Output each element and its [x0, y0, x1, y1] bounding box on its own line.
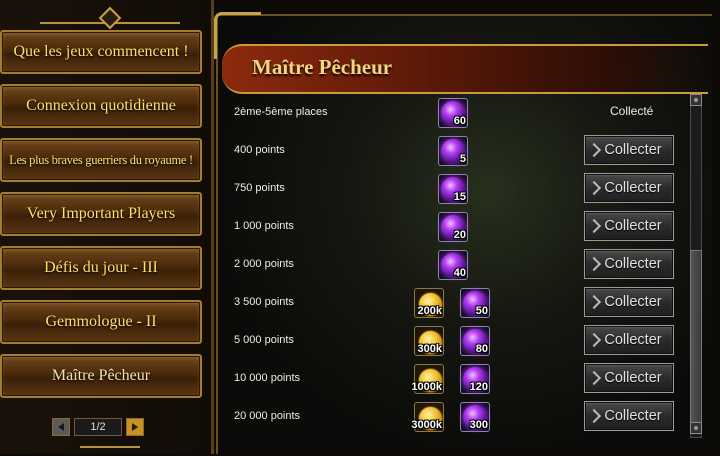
- event-panel: Maître Pêcheur 2ème-5ème places 60 Collect…: [214, 12, 712, 454]
- reward-quantity: 120: [469, 381, 488, 393]
- reward-row: 5 000 points 300k 80 Collecter: [218, 322, 688, 360]
- collect-button-label: Collecter: [604, 180, 662, 196]
- reward-threshold-label: 750 points: [234, 182, 285, 194]
- purple-orb-icon[interactable]: 50: [460, 288, 490, 318]
- reward-quantity: 200k: [417, 305, 442, 317]
- reward-quantity: 300k: [417, 343, 442, 355]
- sidebar-item-defis-du-jour[interactable]: Défis du jour - III: [0, 246, 202, 290]
- purple-orb-icon[interactable]: 80: [460, 326, 490, 356]
- top-ornament: [40, 0, 180, 30]
- gold-coin-icon[interactable]: 1000k: [411, 364, 444, 394]
- reward-quantity: 40: [453, 267, 466, 279]
- sidebar-item-very-important-players[interactable]: Very Important Players: [0, 192, 202, 236]
- collect-button[interactable]: Collecter: [584, 401, 674, 431]
- page-indicator: 1/2: [74, 418, 122, 436]
- collect-button-label: Collecter: [604, 332, 662, 348]
- reward-quantity: 15: [453, 191, 466, 203]
- reward-row: 3 500 points 200k 50 Collecter: [218, 284, 688, 322]
- reward-threshold-label: 2ème-5ème places: [234, 106, 328, 118]
- sidebar-item-label: Very Important Players: [26, 205, 176, 222]
- reward-quantity: 5: [459, 153, 466, 165]
- purple-orb-icon[interactable]: 15: [438, 174, 468, 204]
- collected-status: Collecté: [610, 104, 654, 118]
- scroll-down-button[interactable]: [690, 422, 702, 434]
- scroll-up-button[interactable]: [690, 94, 702, 106]
- purple-orb-icon[interactable]: 40: [438, 250, 468, 280]
- collect-button[interactable]: Collecter: [584, 287, 674, 317]
- reward-row: 1 000 points 20 Collecter: [218, 208, 688, 246]
- reward-row: 400 points 5 Collecter: [218, 132, 688, 170]
- collect-button-label: Collecter: [604, 294, 662, 310]
- reward-threshold-label: 400 points: [234, 144, 285, 156]
- reward-threshold-label: 1 000 points: [234, 220, 294, 232]
- collect-button[interactable]: Collecter: [584, 211, 674, 241]
- purple-orb-icon[interactable]: 120: [460, 364, 490, 394]
- arrow-left-icon: [58, 423, 64, 431]
- sidebar-item-label: Maître Pêcheur: [51, 367, 151, 384]
- collect-button[interactable]: Collecter: [584, 135, 674, 165]
- sidebar-item-label: Défis du jour - III: [44, 259, 158, 276]
- bottom-ornament: [80, 446, 140, 456]
- reward-row: 10 000 points 1000k 120 Collecter: [218, 360, 688, 398]
- purple-orb-icon[interactable]: 300: [460, 402, 490, 432]
- sidebar-pager: 1/2: [52, 416, 144, 438]
- reward-quantity: 50: [475, 305, 488, 317]
- purple-orb-icon[interactable]: 20: [438, 212, 468, 242]
- ornament-gem-icon: [98, 6, 122, 30]
- sidebar-item-label: Que les jeux commencent !: [13, 43, 189, 60]
- sidebar-item-plus-braves-guerriers[interactable]: Les plus braves guerriers du royaume !: [0, 138, 202, 182]
- collect-button-label: Collecter: [604, 218, 662, 234]
- event-sidebar: Que les jeux commencent ! Connexion quot…: [0, 0, 214, 454]
- gold-coin-icon[interactable]: 200k: [414, 288, 444, 318]
- collect-button-label: Collecter: [604, 370, 662, 386]
- collect-button-label: Collecter: [604, 142, 662, 158]
- scrollbar-thumb[interactable]: [690, 250, 702, 426]
- reward-quantity: 60: [453, 115, 466, 127]
- sidebar-item-label: Gemmologue - II: [45, 313, 157, 330]
- sidebar-item-maitre-pecheur[interactable]: Maître Pêcheur: [0, 354, 202, 398]
- reward-quantity: 300: [469, 419, 488, 431]
- collect-button-label: Collecter: [604, 408, 662, 424]
- collect-button[interactable]: Collecter: [584, 363, 674, 393]
- page-title: Maître Pêcheur: [252, 55, 393, 79]
- purple-orb-icon[interactable]: 60: [438, 98, 468, 128]
- reward-quantity: 20: [453, 229, 466, 241]
- previous-page-button[interactable]: [52, 418, 70, 436]
- reward-row: 20 000 points 3000k 300 Collecter: [218, 398, 688, 436]
- reward-quantity: 3000k: [411, 419, 442, 431]
- reward-row: 2 000 points 40 Collecter: [218, 246, 688, 284]
- reward-quantity: 80: [475, 343, 488, 355]
- gold-coin-icon[interactable]: 300k: [414, 326, 444, 356]
- reward-threshold-label: 20 000 points: [234, 410, 301, 422]
- reward-row: 750 points 15 Collecter: [218, 170, 688, 208]
- reward-threshold-label: 10 000 points: [234, 372, 301, 384]
- purple-orb-icon[interactable]: 5: [438, 136, 468, 166]
- reward-threshold-label: 3 500 points: [234, 296, 294, 308]
- collect-button[interactable]: Collecter: [584, 325, 674, 355]
- title-banner: Maître Pêcheur: [222, 44, 708, 94]
- collect-button-label: Collecter: [604, 256, 662, 272]
- collect-button[interactable]: Collecter: [584, 249, 674, 279]
- gold-coin-icon[interactable]: 3000k: [411, 402, 444, 432]
- reward-threshold-label: 2 000 points: [234, 258, 294, 270]
- sidebar-item-gemmologue[interactable]: Gemmologue - II: [0, 300, 202, 344]
- reward-threshold-label: 5 000 points: [234, 334, 294, 346]
- sidebar-item-que-les-jeux-commencent[interactable]: Que les jeux commencent !: [0, 30, 202, 74]
- sidebar-item-connexion-quotidienne[interactable]: Connexion quotidienne: [0, 84, 202, 128]
- sidebar-item-label: Les plus braves guerriers du royaume !: [9, 152, 193, 167]
- arrow-right-icon: [132, 423, 138, 431]
- next-page-button[interactable]: [126, 418, 144, 436]
- sidebar-item-label: Connexion quotidienne: [26, 97, 176, 114]
- reward-row: 2ème-5ème places 60 Collecté: [218, 94, 688, 132]
- collect-button[interactable]: Collecter: [584, 173, 674, 203]
- reward-quantity: 1000k: [411, 381, 442, 393]
